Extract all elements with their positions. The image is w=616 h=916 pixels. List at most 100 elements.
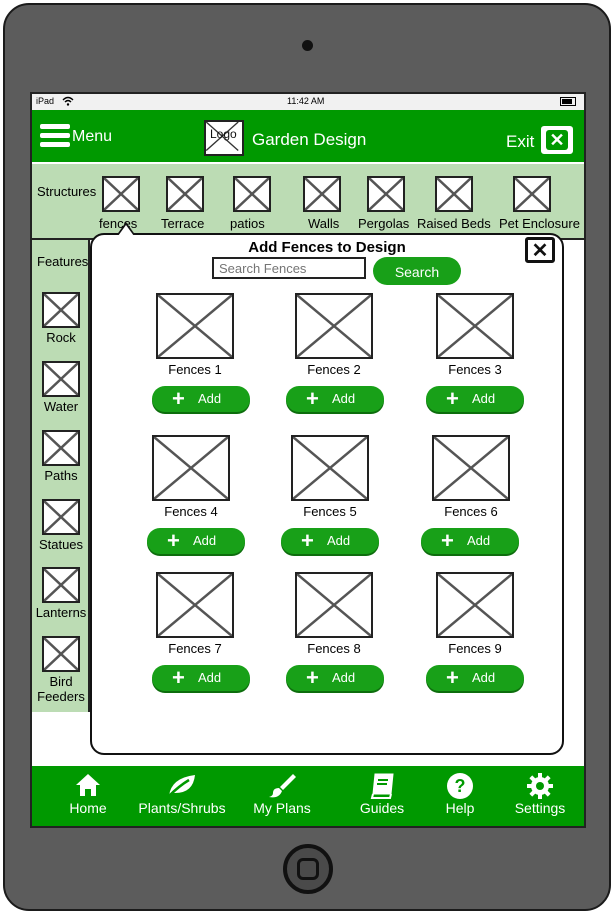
wifi-icon [62, 96, 74, 106]
feature-label[interactable]: Rock [32, 330, 90, 345]
close-icon: ✕ [531, 240, 549, 262]
fence-card-label: Fences 7 [168, 641, 222, 656]
structures-title: Structures [37, 184, 97, 199]
plus-icon: + [441, 528, 454, 553]
feature-label[interactable]: Lanterns [32, 605, 90, 620]
plus-icon: + [172, 386, 185, 411]
plus-icon: + [301, 528, 314, 553]
search-fences-input[interactable] [212, 257, 366, 279]
structure-patios-icon[interactable] [233, 176, 271, 212]
structure-raised-beds-icon[interactable] [435, 176, 473, 212]
fence-card-label: Fences 9 [448, 641, 502, 656]
fence-card-label: Fences 2 [307, 362, 361, 377]
fence-card-label: Fences 4 [164, 504, 218, 519]
menu-button[interactable]: Menu [72, 128, 112, 146]
add-button-label: Add [472, 391, 496, 406]
feature-label[interactable]: Water [32, 399, 90, 414]
app-title: Garden Design [252, 130, 367, 149]
add-fence-button[interactable]: + Add [281, 528, 379, 554]
feature-label[interactable]: Bird Feeders [32, 674, 90, 704]
add-fence-button[interactable]: + Add [426, 386, 524, 412]
camera-icon [302, 40, 313, 51]
add-button-label: Add [472, 670, 496, 685]
fence-card-label: Fences 8 [307, 641, 361, 656]
fence-image-placeholder-icon [295, 293, 373, 359]
fence-image-placeholder-icon [156, 293, 234, 359]
add-button-label: Add [198, 670, 222, 685]
add-fence-button[interactable]: + Add [286, 665, 384, 691]
plus-icon: + [446, 665, 459, 690]
svg-text:?: ? [455, 776, 466, 796]
exit-button[interactable]: ✕ [541, 126, 573, 154]
gear-icon [480, 772, 584, 800]
structure-pet-enclosure-icon[interactable] [513, 176, 551, 212]
fence-image-placeholder-icon [291, 435, 369, 501]
feature-bird-feeders-icon[interactable] [42, 636, 80, 672]
add-button-label: Add [332, 670, 356, 685]
structure-label[interactable]: Pet Enclosure [499, 216, 580, 231]
features-panel: Features Rock Water Paths Statues Lanterns Bi… [32, 240, 90, 712]
fence-card-label: Fences 5 [303, 504, 357, 519]
battery-icon [560, 97, 576, 106]
feature-statues-icon[interactable] [42, 499, 80, 535]
add-fence-button[interactable]: + Add [147, 528, 245, 554]
structure-fences-icon[interactable] [102, 176, 140, 212]
feature-label[interactable]: Paths [32, 468, 90, 483]
modal-pointer-fill [118, 225, 134, 236]
app-screen: iPad 11:42 AM Menu Logo Garden Design Ex… [30, 92, 586, 828]
app-header: Menu Logo Garden Design Exit ✕ [32, 110, 584, 162]
nav-label: Guides [359, 800, 405, 816]
nav-label: Help [445, 800, 475, 816]
fence-image-placeholder-icon [432, 435, 510, 501]
fence-image-placeholder-icon [295, 572, 373, 638]
plus-icon: + [306, 665, 319, 690]
structure-terrace-icon[interactable] [166, 176, 204, 212]
feature-lanterns-icon[interactable] [42, 567, 80, 603]
search-button[interactable]: Search [373, 257, 461, 285]
plus-icon: + [446, 386, 459, 411]
structures-toolbar: Structures fences Terrace patios Walls Pergo… [32, 164, 584, 240]
feature-label[interactable]: Statues [32, 537, 90, 552]
bottom-navigation: Home Plants/Shrubs My Plans Guides? Help Sett… [32, 766, 584, 826]
feature-water-icon[interactable] [42, 361, 80, 397]
plus-icon: + [167, 528, 180, 553]
add-fence-button[interactable]: + Add [426, 665, 524, 691]
add-button-label: Add [467, 533, 491, 548]
nav-label: Home [69, 800, 107, 816]
add-fence-button[interactable]: + Add [152, 386, 250, 412]
structure-label[interactable]: Terrace [161, 216, 204, 231]
add-fence-button[interactable]: + Add [152, 665, 250, 691]
fence-image-placeholder-icon [156, 572, 234, 638]
structure-walls-icon[interactable] [303, 176, 341, 212]
add-fence-button[interactable]: + Add [421, 528, 519, 554]
features-title: Features [37, 254, 89, 269]
feature-paths-icon[interactable] [42, 430, 80, 466]
logo-text: Logo [210, 127, 237, 141]
close-icon: ✕ [546, 130, 568, 150]
structure-label[interactable]: Walls [308, 216, 339, 231]
feature-rock-icon[interactable] [42, 292, 80, 328]
add-fence-button[interactable]: + Add [286, 386, 384, 412]
plus-icon: + [306, 386, 319, 411]
nav-label: Plants/Shrubs [138, 800, 226, 816]
modal-close-button[interactable]: ✕ [525, 237, 555, 263]
hamburger-menu-icon[interactable] [40, 124, 70, 149]
fence-card-label: Fences 3 [448, 362, 502, 377]
structure-pergolas-icon[interactable] [367, 176, 405, 212]
fence-image-placeholder-icon [436, 572, 514, 638]
modal-title: Add Fences to Design [248, 239, 406, 256]
fence-image-placeholder-icon [152, 435, 230, 501]
structure-label[interactable]: Pergolas [358, 216, 409, 231]
nav-label: My Plans [253, 800, 311, 816]
fence-card-label: Fences 1 [168, 362, 222, 377]
nav-label: Settings [514, 800, 566, 816]
add-fences-modal: Add Fences to Design ✕ Search Fences 1 + A… [90, 233, 564, 826]
add-button-label: Add [327, 533, 351, 548]
structure-label[interactable]: Raised Beds [417, 216, 491, 231]
nav-settings-button[interactable]: Settings [480, 772, 584, 816]
structure-label[interactable]: patios [230, 216, 265, 231]
home-button-square-icon [297, 858, 319, 880]
status-time: 11:42 AM [287, 96, 325, 106]
add-button-label: Add [332, 391, 356, 406]
exit-button-label[interactable]: Exit [506, 132, 534, 152]
